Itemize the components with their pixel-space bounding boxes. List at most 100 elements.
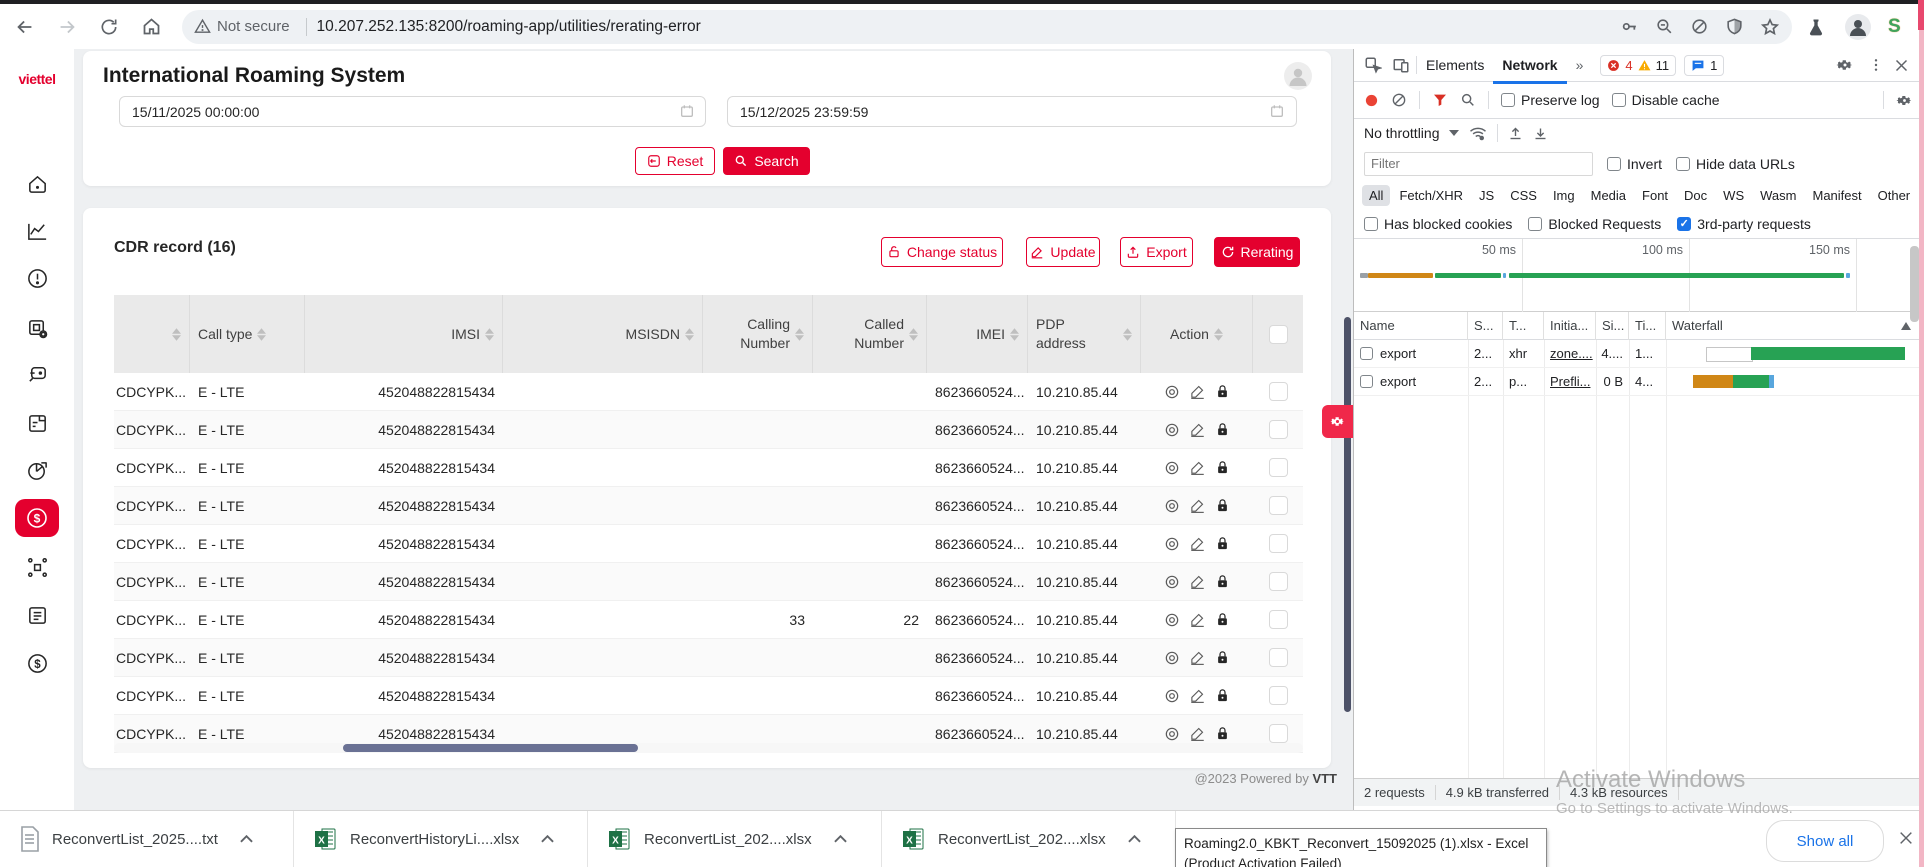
blocked-icon[interactable] xyxy=(1690,17,1709,36)
row-checkbox[interactable] xyxy=(1269,724,1288,743)
rerating-button[interactable]: Rerating xyxy=(1214,237,1300,267)
download-item[interactable]: ReconvertList_2025....txt xyxy=(0,811,294,867)
devtools-settings-icon[interactable] xyxy=(1836,56,1854,74)
row-checkbox[interactable] xyxy=(1269,534,1288,553)
row-checkbox[interactable] xyxy=(1269,458,1288,477)
refresh-icon[interactable] xyxy=(92,10,126,44)
download-item[interactable]: X ReconvertList_202....xlsx xyxy=(882,811,1176,867)
download-item[interactable]: X ReconvertHistoryLi....xlsx xyxy=(294,811,588,867)
throttling-select[interactable]: No throttling xyxy=(1364,125,1439,141)
kebab-menu-icon[interactable] xyxy=(1868,57,1884,73)
row-checkbox[interactable] xyxy=(1269,382,1288,401)
lock-icon[interactable] xyxy=(1215,726,1230,741)
invert-checkbox[interactable]: Invert xyxy=(1607,156,1662,172)
edit-icon[interactable] xyxy=(1190,574,1205,589)
filter-chip[interactable]: WS xyxy=(1716,185,1751,206)
request-column-header[interactable]: Waterfall xyxy=(1666,312,1924,340)
row-checkbox[interactable] xyxy=(1269,496,1288,515)
sidebar-item-message-sync[interactable] xyxy=(0,354,74,394)
sort-icon[interactable] xyxy=(1010,328,1019,341)
view-icon[interactable] xyxy=(1164,498,1180,514)
key-icon[interactable] xyxy=(1620,17,1639,36)
view-icon[interactable] xyxy=(1164,384,1180,400)
sort-icon[interactable] xyxy=(172,328,181,341)
edit-icon[interactable] xyxy=(1190,688,1205,703)
filter-chip[interactable]: Fetch/XHR xyxy=(1392,185,1470,206)
blocked-requests-checkbox[interactable]: Blocked Requests xyxy=(1528,216,1661,232)
preserve-log-checkbox[interactable]: Preserve log xyxy=(1501,92,1600,108)
filter-chip[interactable]: Doc xyxy=(1677,185,1714,206)
column-header[interactable]: PDP address xyxy=(1028,295,1141,373)
table-row[interactable]: CDCYPK... E - LTE 452048822815434 862366… xyxy=(114,487,1303,525)
third-party-checkbox[interactable]: ✓3rd-party requests xyxy=(1677,216,1811,232)
more-tabs-icon[interactable]: » xyxy=(1567,49,1593,81)
column-header[interactable]: MSISDN xyxy=(503,295,703,373)
filter-chip[interactable]: All xyxy=(1362,185,1390,206)
has-blocked-cookies-checkbox[interactable]: Has blocked cookies xyxy=(1364,216,1512,232)
zoom-out-icon[interactable] xyxy=(1655,17,1674,36)
lock-icon[interactable] xyxy=(1215,574,1230,589)
search-button[interactable]: Search xyxy=(723,147,810,175)
row-checkbox[interactable] xyxy=(1269,572,1288,591)
sidebar-item-reports[interactable] xyxy=(0,595,74,635)
table-row[interactable]: CDCYPK... E - LTE 452048822815434 862366… xyxy=(114,677,1303,715)
lock-icon[interactable] xyxy=(1215,650,1230,665)
filter-chip[interactable]: CSS xyxy=(1503,185,1544,206)
edit-icon[interactable] xyxy=(1190,460,1205,475)
sort-icon[interactable] xyxy=(485,328,494,341)
request-initiator[interactable]: zone.... xyxy=(1544,340,1596,367)
request-checkbox[interactable] xyxy=(1360,375,1373,388)
date-from-input[interactable] xyxy=(119,96,706,127)
request-column-header[interactable]: Initia... xyxy=(1544,312,1596,340)
table-horizontal-scrollbar[interactable] xyxy=(114,743,1303,753)
table-row[interactable]: CDCYPK... E - LTE 452048822815434 862366… xyxy=(114,411,1303,449)
table-row[interactable]: CDCYPK... E - LTE 452048822815434 862366… xyxy=(114,639,1303,677)
request-column-header[interactable]: T... xyxy=(1503,312,1544,340)
table-row[interactable]: CDCYPK... E - LTE 452048822815434 33 22 … xyxy=(114,601,1303,639)
reset-button[interactable]: Reset xyxy=(635,147,715,175)
view-icon[interactable] xyxy=(1164,460,1180,476)
filter-chip[interactable]: Wasm xyxy=(1753,185,1803,206)
row-checkbox[interactable] xyxy=(1269,686,1288,705)
table-row[interactable]: CDCYPK... E - LTE 452048822815434 862366… xyxy=(114,373,1303,411)
sort-icon[interactable] xyxy=(795,328,804,341)
inspect-cursor-icon[interactable] xyxy=(1364,56,1382,74)
sort-icon[interactable] xyxy=(909,328,918,341)
import-har-icon[interactable] xyxy=(1508,126,1523,141)
errors-warnings-badge[interactable]: 4 11 xyxy=(1600,55,1676,76)
request-column-header[interactable]: S... xyxy=(1468,312,1503,340)
show-all-button[interactable]: Show all xyxy=(1766,820,1884,862)
device-toolbar-icon[interactable] xyxy=(1392,56,1410,74)
filter-chip[interactable]: JS xyxy=(1472,185,1501,206)
sidebar-item-documents[interactable] xyxy=(0,403,74,443)
flask-extension-icon[interactable] xyxy=(1806,17,1826,37)
scrollbar-thumb[interactable] xyxy=(343,744,638,752)
chevron-up-icon[interactable] xyxy=(834,835,847,843)
request-column-header[interactable]: Name xyxy=(1354,312,1468,340)
filter-chip[interactable]: Manifest xyxy=(1805,185,1868,206)
disable-cache-checkbox[interactable]: Disable cache xyxy=(1612,92,1720,108)
downloads-close-icon[interactable] xyxy=(1898,830,1914,846)
bookmark-star-icon[interactable] xyxy=(1760,17,1780,37)
download-item[interactable]: X ReconvertList_202....xlsx xyxy=(588,811,882,867)
column-header[interactable]: IMSI xyxy=(305,295,503,373)
row-checkbox[interactable] xyxy=(1269,648,1288,667)
calendar-icon[interactable] xyxy=(1269,103,1285,119)
view-icon[interactable] xyxy=(1164,612,1180,628)
update-button[interactable]: Update xyxy=(1026,237,1100,267)
view-icon[interactable] xyxy=(1164,650,1180,666)
lock-icon[interactable] xyxy=(1215,688,1230,703)
sidebar-item-billing-active[interactable]: $ xyxy=(15,499,59,537)
select-all-checkbox[interactable] xyxy=(1269,325,1288,344)
tab-elements[interactable]: Elements xyxy=(1417,49,1493,81)
home-icon[interactable] xyxy=(134,10,168,44)
clear-icon[interactable] xyxy=(1391,92,1407,108)
shield-icon[interactable] xyxy=(1725,17,1744,36)
column-header[interactable]: Action xyxy=(1141,295,1253,373)
devtools-close-icon[interactable] xyxy=(1894,58,1909,73)
column-header[interactable]: Called Number xyxy=(813,295,927,373)
column-header[interactable]: IMEI xyxy=(927,295,1028,373)
back-icon[interactable] xyxy=(8,10,42,44)
edit-icon[interactable] xyxy=(1190,384,1205,399)
export-button[interactable]: Export xyxy=(1120,237,1193,267)
